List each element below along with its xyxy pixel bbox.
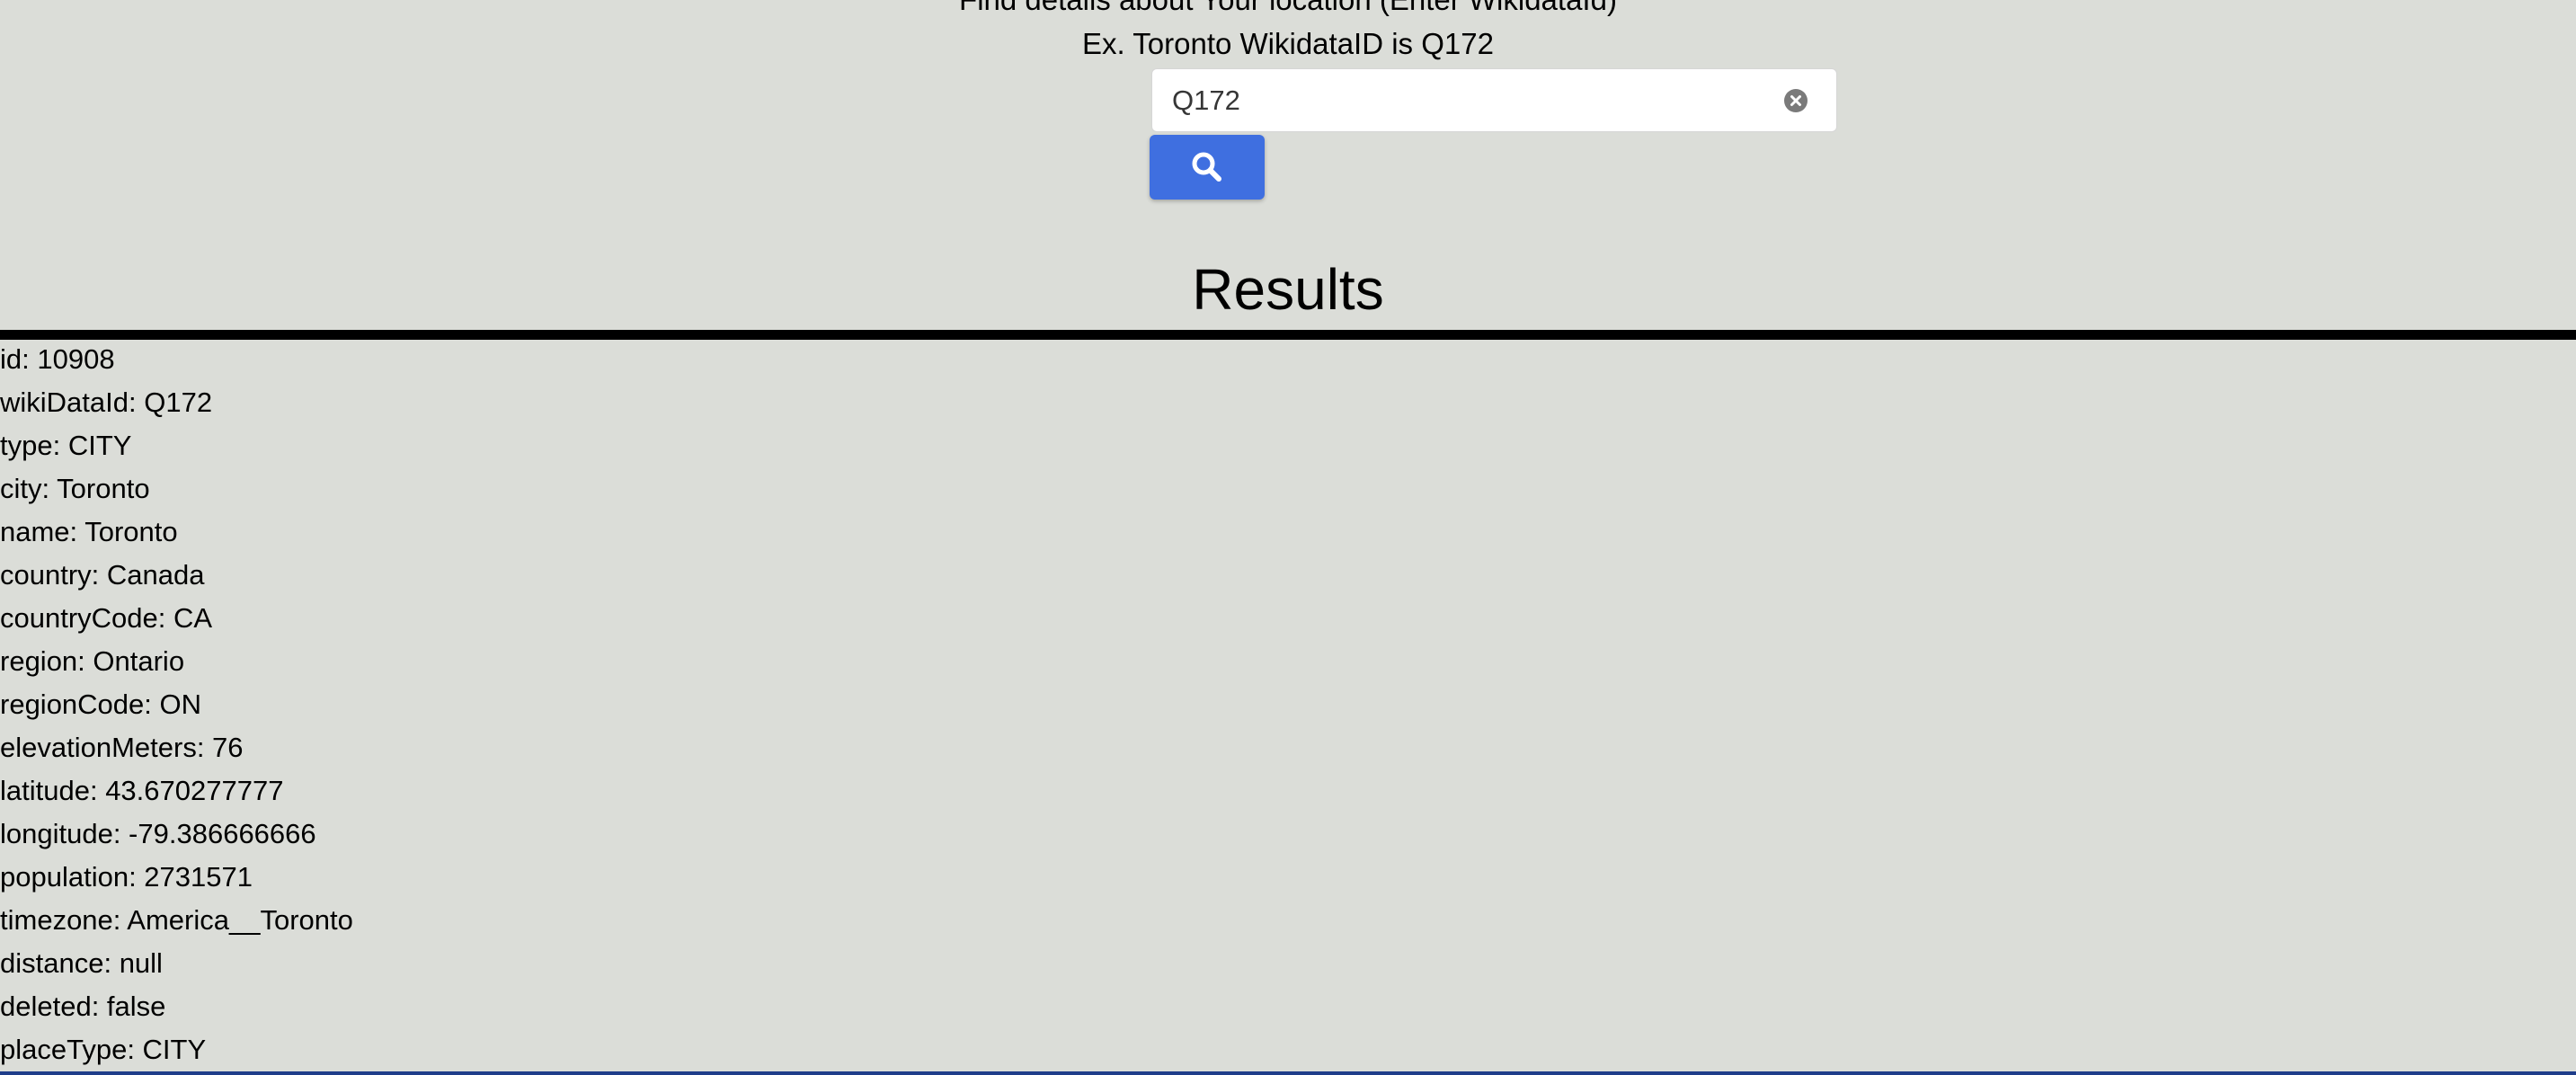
result-item-population: population: 2731571 [0,861,253,893]
wikidata-search-field[interactable] [1151,68,1837,132]
result-item-name: name: Toronto [0,516,178,547]
result-item-deleted: deleted: false [0,991,166,1022]
result-item-region-code: regionCode: ON [0,689,202,720]
result-item-country: country: Canada [0,559,205,591]
search-button[interactable] [1150,135,1265,200]
result-item-country-code: countryCode: CA [0,602,213,634]
bottom-edge-bar [0,1071,2576,1075]
wikidata-id-input[interactable] [1172,69,1765,131]
result-item-place-type: placeType: CITY [0,1034,207,1065]
result-item-timezone: timezone: America__Toronto [0,904,353,936]
result-item-elevation: elevationMeters: 76 [0,732,244,763]
result-item-region: region: Ontario [0,645,185,677]
results-heading: Results [1192,257,1384,322]
clear-circle-icon[interactable] [1784,89,1808,112]
results-list: id: 10908 wikiDataId: Q172 type: CITY ci… [0,342,353,1075]
result-item-id: id: 10908 [0,343,115,375]
result-item-longitude: longitude: -79.386666666 [0,818,316,849]
result-item-distance: distance: null [0,947,163,979]
result-item-type: type: CITY [0,430,132,461]
search-icon [1192,152,1221,182]
result-item-latitude: latitude: 43.670277777 [0,775,284,806]
result-item-wikidataid: wikiDataId: Q172 [0,386,213,418]
result-item-city: city: Toronto [0,473,150,504]
example-hint-text: Ex. Toronto WikidataID is Q172 [1082,27,1494,60]
location-prompt-text: Find details about Your location (Enter … [0,0,2576,18]
results-divider [0,330,2576,340]
